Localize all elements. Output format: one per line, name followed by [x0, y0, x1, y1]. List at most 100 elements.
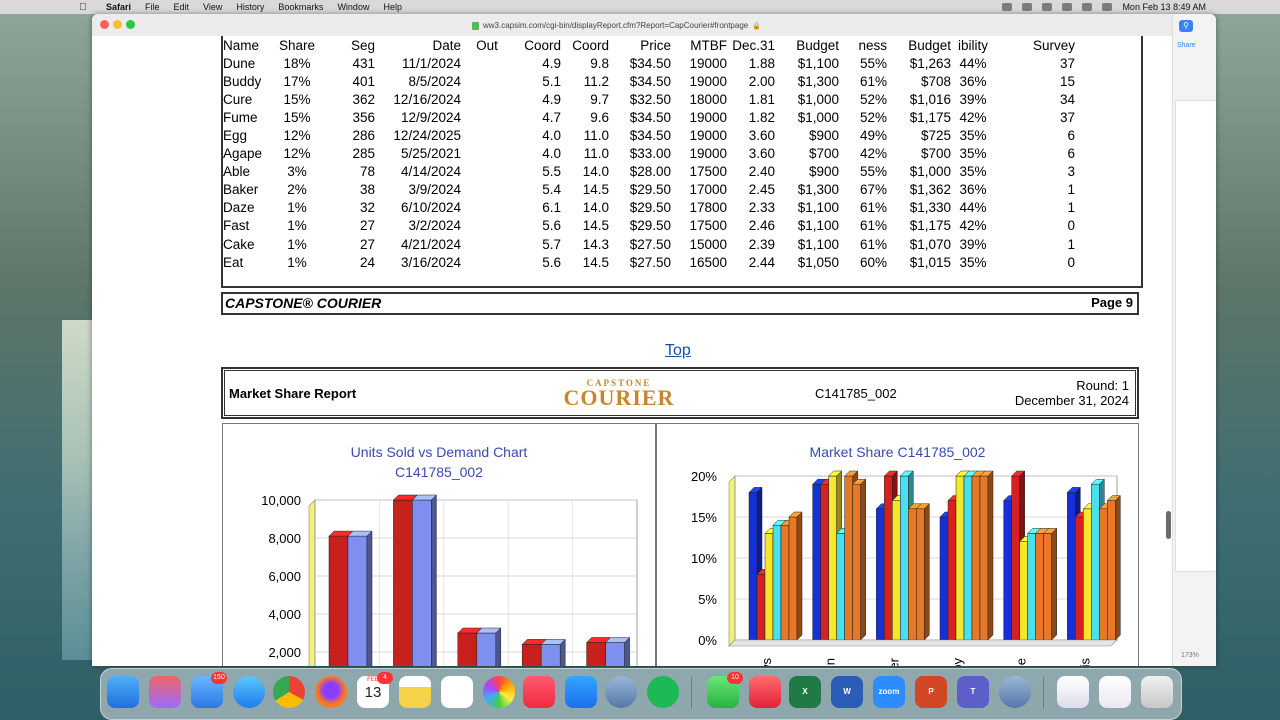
- table-cell: 9.6: [590, 109, 609, 125]
- battery-icon[interactable]: [1042, 3, 1053, 11]
- calendar-badge: 4: [377, 672, 393, 684]
- table-cell: $1,015: [909, 254, 951, 270]
- finder-icon[interactable]: [107, 676, 139, 708]
- menu-history[interactable]: History: [236, 2, 264, 12]
- table-cell: [461, 54, 513, 72]
- table-cell: 1: [1067, 200, 1075, 216]
- status-icon[interactable]: [1002, 3, 1013, 11]
- chrome-icon[interactable]: [273, 676, 305, 708]
- pane-share-button[interactable]: Share: [1177, 42, 1196, 49]
- spotify-icon[interactable]: [647, 676, 679, 708]
- chart2-bar-front: [764, 533, 774, 641]
- calendar-icon[interactable]: FEB 13 4: [357, 672, 393, 708]
- minimize-window-button[interactable]: [113, 20, 122, 29]
- apple-menu-icon[interactable]: : [74, 2, 92, 13]
- table-cell: [461, 108, 513, 126]
- bluetooth-icon[interactable]: [1022, 3, 1033, 11]
- wifi-icon[interactable]: [1062, 3, 1073, 11]
- table-cell: 401: [352, 73, 375, 89]
- table-cell: Fast: [223, 218, 250, 234]
- table-cell: 12%: [283, 146, 311, 162]
- close-window-button[interactable]: [100, 20, 109, 29]
- app-store-icon[interactable]: [565, 676, 597, 708]
- safari-icon[interactable]: [233, 676, 265, 708]
- table-cell: 17500: [689, 164, 727, 180]
- lock-icon: 🔒: [752, 22, 761, 30]
- trash-icon[interactable]: [1141, 676, 1173, 708]
- address-bar[interactable]: ww3.capsim.com/cgi-bin/displayReport.cfm…: [472, 19, 802, 32]
- dock-separator-2: [1043, 677, 1044, 709]
- photos-icon[interactable]: [483, 676, 515, 708]
- table-cell: Able: [223, 164, 251, 180]
- news-icon[interactable]: [749, 676, 781, 708]
- notes-icon[interactable]: [399, 676, 431, 708]
- chart2-bar-side: [987, 470, 994, 641]
- table-cell: 19000: [689, 73, 727, 89]
- powerpoint-icon[interactable]: P: [915, 676, 947, 708]
- menu-file[interactable]: File: [145, 2, 160, 12]
- table-cell: Eat: [223, 254, 244, 270]
- reminders-icon[interactable]: [441, 676, 473, 708]
- music-icon[interactable]: [523, 676, 555, 708]
- messages-icon[interactable]: 10: [707, 672, 743, 708]
- chart2-bar-front: [772, 524, 782, 641]
- launchpad-icon[interactable]: [149, 676, 181, 708]
- capsim-app-icon[interactable]: [605, 676, 637, 708]
- chart2-bar-front: [939, 516, 949, 641]
- round-label: Round: 1: [1076, 378, 1129, 393]
- chart1-bar: [540, 638, 566, 666]
- spreadsheet-window-icon[interactable]: [1057, 676, 1089, 708]
- table-cell: 431: [352, 55, 375, 71]
- menu-app-name[interactable]: Safari: [106, 2, 131, 12]
- table-cell: 14.0: [582, 164, 609, 180]
- excel-icon[interactable]: X: [789, 676, 821, 708]
- table-cell: 42%: [959, 109, 987, 125]
- table-cell: 1%: [287, 218, 307, 234]
- table-cell: 52%: [859, 91, 887, 107]
- capsim-app-icon-2[interactable]: [999, 676, 1031, 708]
- search-icon[interactable]: [1082, 3, 1093, 11]
- report-title: Market Share Report: [229, 386, 357, 401]
- chart1-bar-front: [412, 499, 432, 666]
- menu-clock[interactable]: Mon Feb 13 8:49 AM: [1122, 2, 1206, 12]
- menu-help[interactable]: Help: [383, 2, 402, 12]
- table-cell: 2.40: [748, 164, 775, 180]
- chart2-bar: [852, 478, 867, 641]
- control-center-icon[interactable]: [1102, 3, 1113, 11]
- menu-extras: Mon Feb 13 8:49 AM: [1002, 0, 1206, 14]
- firefox-icon[interactable]: [315, 676, 347, 708]
- chart2-bar: [1043, 527, 1058, 641]
- chart1-bar-front: [521, 644, 542, 666]
- page-scrollbar[interactable]: [1166, 511, 1171, 539]
- chart2-y-tick-label: 15%: [691, 510, 717, 525]
- menu-view[interactable]: View: [203, 2, 222, 12]
- zoom-app-icon[interactable]: zoom: [873, 676, 905, 708]
- chart2-bar-front: [955, 475, 965, 641]
- teams-icon[interactable]: T: [957, 676, 989, 708]
- table-cell: 12/24/2025: [393, 128, 461, 144]
- zoom-window-button[interactable]: [126, 20, 135, 29]
- menu-edit[interactable]: Edit: [174, 2, 190, 12]
- table-cell: 5/25/2021: [400, 146, 461, 162]
- top-link[interactable]: Top: [665, 342, 691, 360]
- chart1-y-tick-label: 8,000: [268, 531, 301, 546]
- document-window-icon[interactable]: [1099, 676, 1131, 708]
- word-icon[interactable]: W: [831, 676, 863, 708]
- pane-search-icon[interactable]: ⚲: [1179, 20, 1193, 32]
- chart1-bar-side: [495, 627, 502, 666]
- chart1-bar-front: [457, 632, 478, 666]
- chart2-category-label: rews: [759, 658, 774, 666]
- table-row: Agape 12% 285 5/25/2021 4.0 11.0 $33.00 19000 3.…: [223, 145, 1075, 163]
- menu-bookmarks[interactable]: Bookmarks: [278, 2, 323, 12]
- table-cell: Egg: [223, 128, 248, 144]
- chart1-bar-side: [366, 530, 373, 666]
- mail-icon[interactable]: 150: [191, 672, 227, 708]
- chart1-bar: [347, 530, 373, 666]
- table-cell: 14.5: [582, 218, 609, 234]
- table-row: Eat 1% 24 3/16/2024 5.6 14.5 $27.50 16500 2.44 $1…: [223, 253, 1075, 271]
- table-cell: 78: [359, 164, 375, 180]
- table-cell: [461, 72, 513, 90]
- table-cell: Cake: [223, 236, 255, 252]
- table-cell: 285: [352, 146, 375, 162]
- menu-window[interactable]: Window: [337, 2, 369, 12]
